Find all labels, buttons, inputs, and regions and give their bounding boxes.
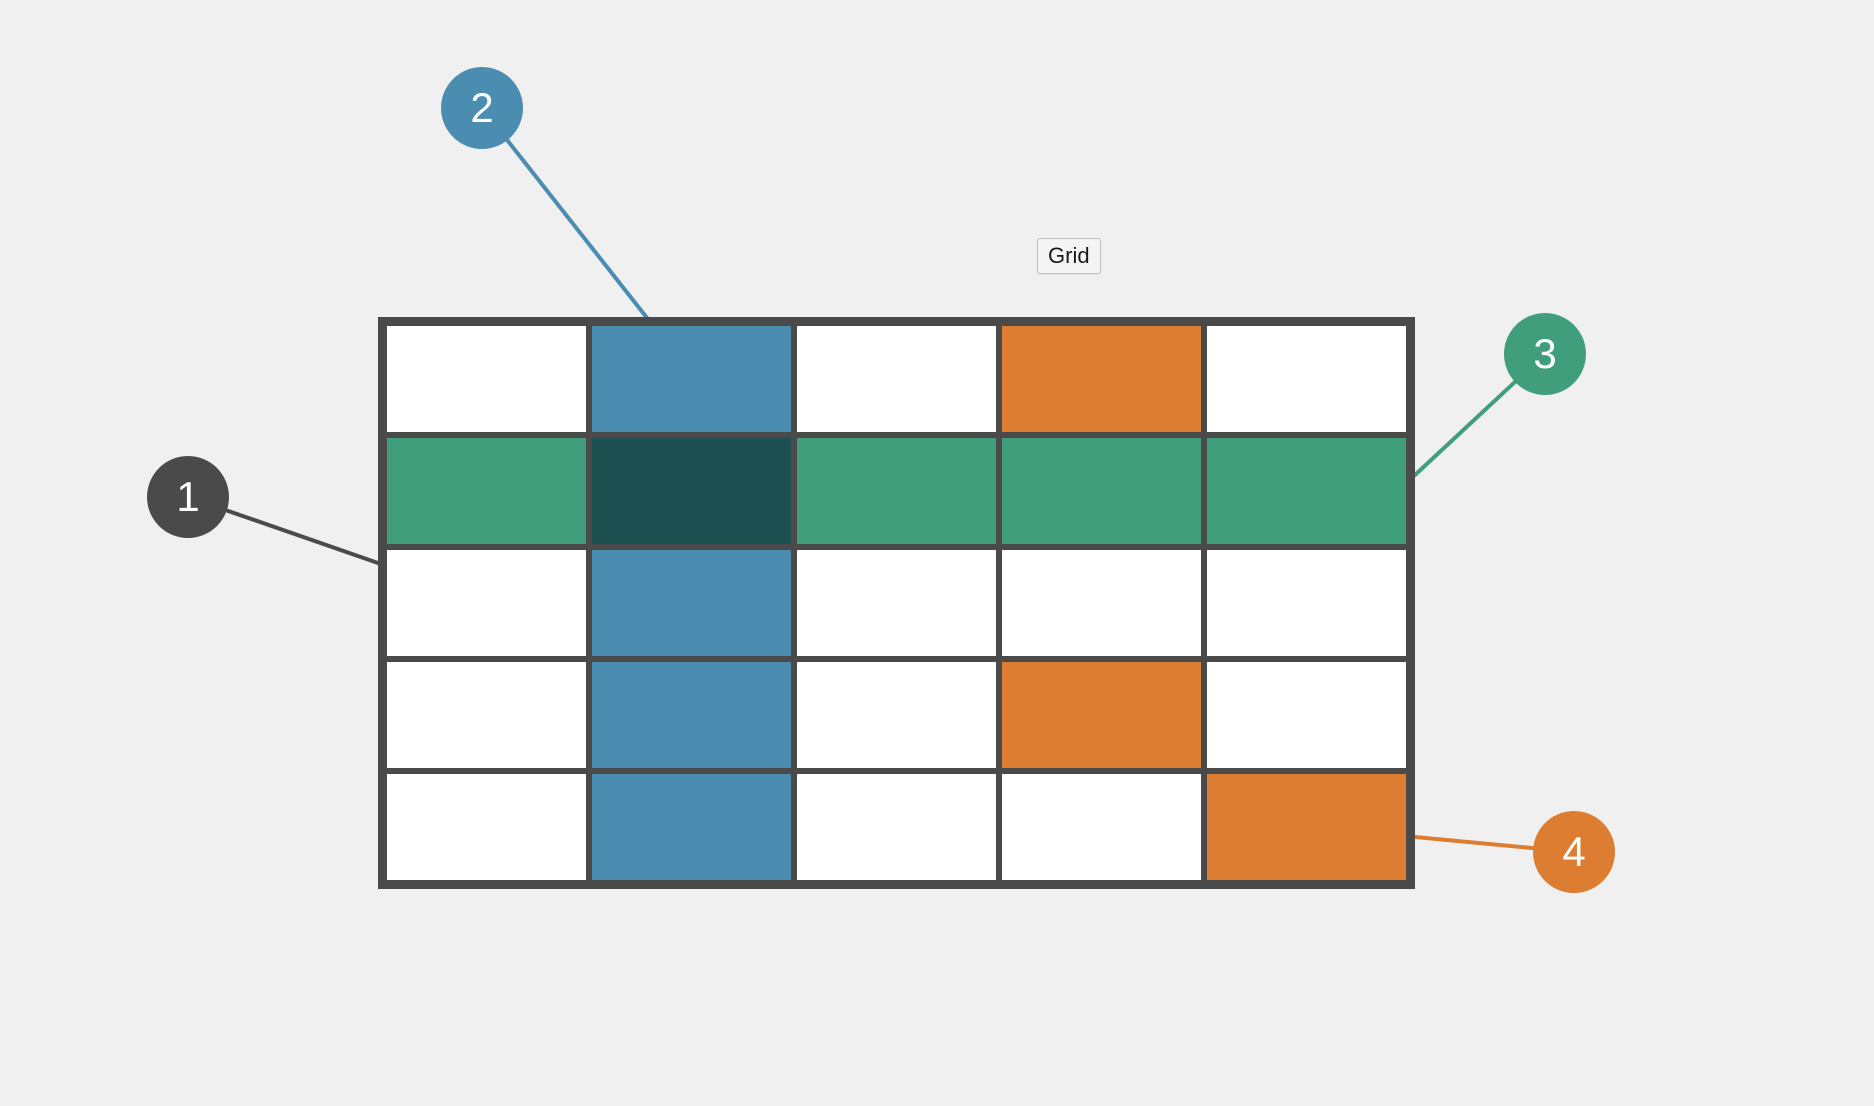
tooltip-label: Grid <box>1037 238 1101 274</box>
grid-cell <box>794 659 999 771</box>
grid-cell <box>589 547 794 659</box>
callout-circle-4: 4 <box>1533 811 1615 893</box>
grid-cell <box>589 659 794 771</box>
callout-connector <box>1415 382 1515 475</box>
grid-cell <box>1204 435 1409 547</box>
grid-cell <box>589 435 794 547</box>
grid-cell <box>999 547 1204 659</box>
callout-connector <box>507 140 651 323</box>
callout-connector <box>1415 837 1533 848</box>
grid-cell <box>794 771 999 883</box>
callout-circle-3: 3 <box>1504 313 1586 395</box>
callout-connector <box>227 510 378 563</box>
grid-cell <box>999 323 1204 435</box>
grid-cell <box>589 771 794 883</box>
grid-cell <box>384 547 589 659</box>
grid-cell <box>1204 547 1409 659</box>
grid-cell <box>999 435 1204 547</box>
grid-cell <box>794 547 999 659</box>
grid-cell <box>384 659 589 771</box>
grid-cell <box>999 659 1204 771</box>
callout-circle-2: 2 <box>441 67 523 149</box>
grid-cell <box>384 435 589 547</box>
grid-cell <box>384 323 589 435</box>
grid-cell <box>999 771 1204 883</box>
grid-cell <box>1204 323 1409 435</box>
grid <box>378 317 1415 889</box>
grid-cell <box>794 323 999 435</box>
grid-cell <box>1204 771 1409 883</box>
grid-cell <box>794 435 999 547</box>
grid-cell <box>384 771 589 883</box>
grid-cell <box>589 323 794 435</box>
diagram-canvas: Grid 1 2 3 4 <box>0 0 1874 1106</box>
grid-cell <box>1204 659 1409 771</box>
callout-circle-1: 1 <box>147 456 229 538</box>
